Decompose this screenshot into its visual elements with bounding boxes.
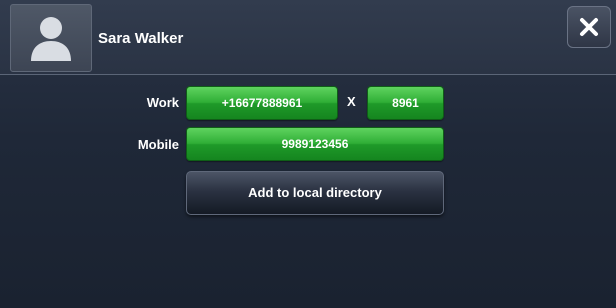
contact-detail-panel: Sara Walker Work +16677888961 X 8961 Mob… [0, 0, 616, 308]
extension-separator: X [347, 94, 356, 109]
avatar [10, 4, 92, 72]
work-extension-button[interactable]: 8961 [367, 86, 444, 120]
add-to-local-directory-button[interactable]: Add to local directory [186, 171, 444, 215]
mobile-label: Mobile [137, 137, 179, 152]
work-number-button[interactable]: +16677888961 [186, 86, 338, 120]
contact-header: Sara Walker [0, 0, 616, 75]
work-label: Work [146, 95, 179, 110]
close-button[interactable] [567, 6, 611, 48]
contact-name: Sara Walker [98, 30, 184, 47]
mobile-number-button[interactable]: 9989123456 [186, 127, 444, 161]
